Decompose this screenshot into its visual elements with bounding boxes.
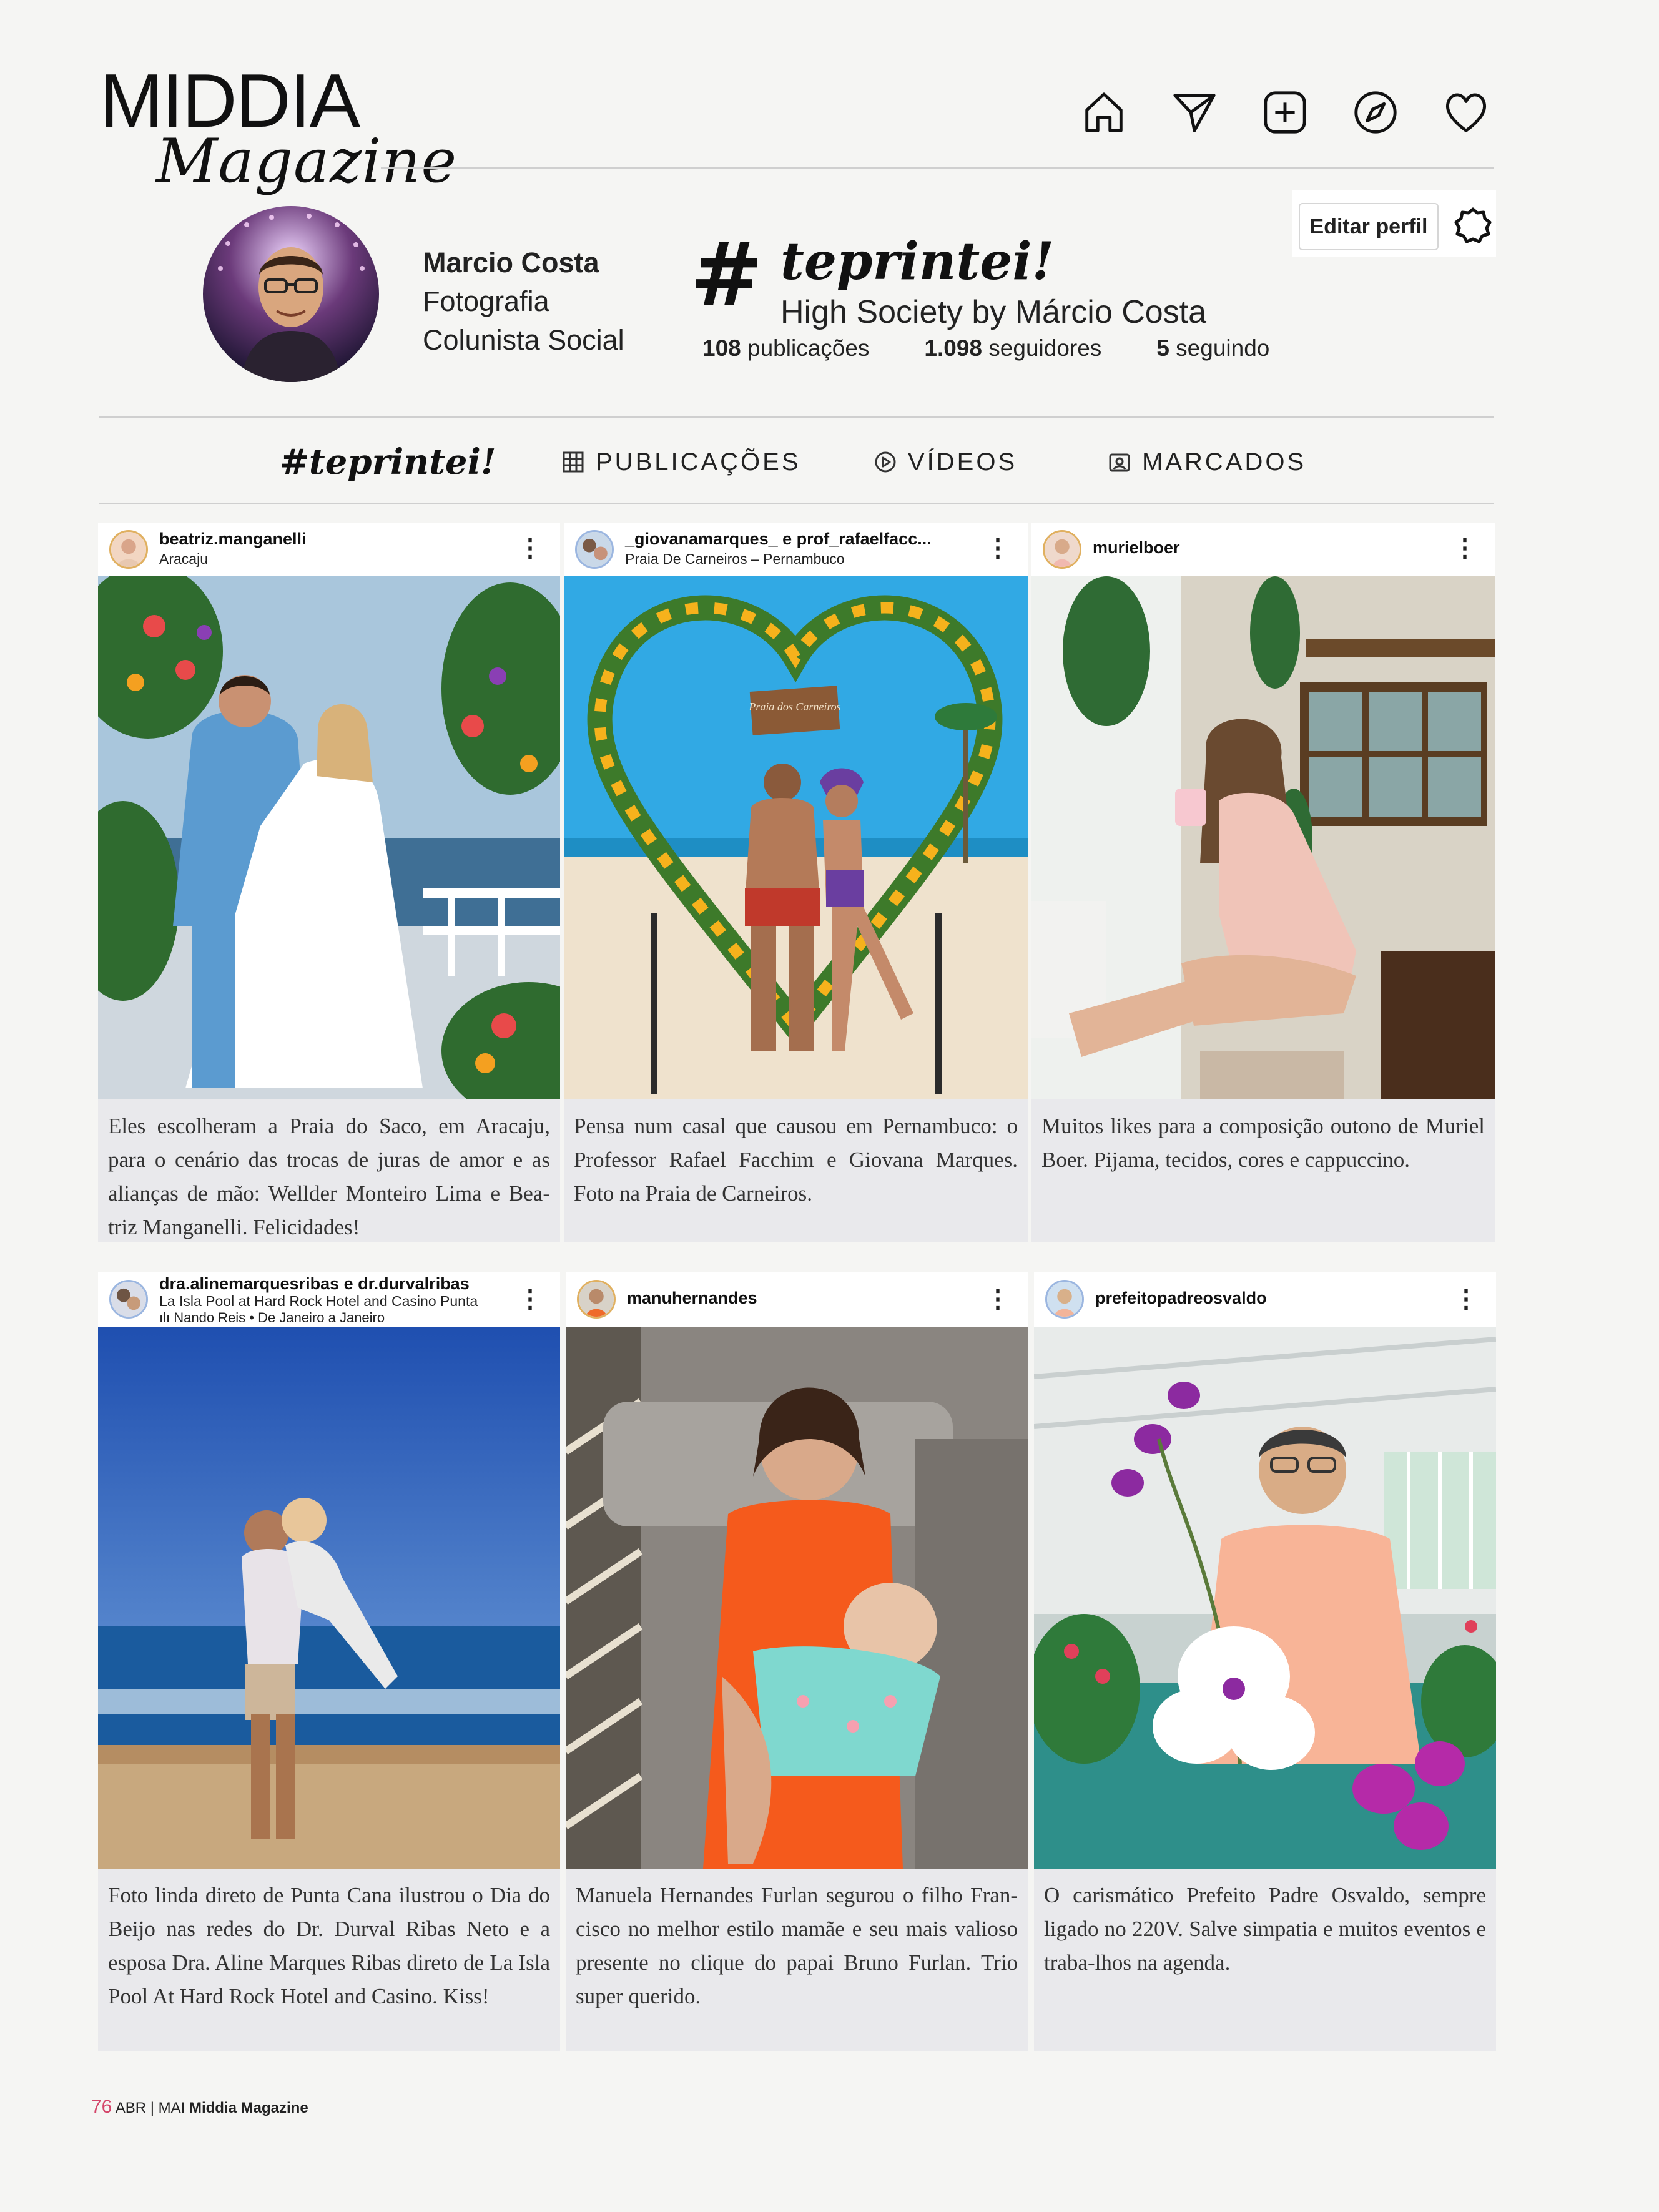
page-footer: 76 ABR | MAI Middia Magazine: [91, 2096, 308, 2118]
top-nav: [1079, 87, 1491, 137]
profile-name: Marcio Costa: [423, 247, 599, 278]
post-header: prefeitopadreosvaldo ⋮: [1034, 1272, 1496, 1327]
stat-posts[interactable]: 108 publicações: [702, 335, 869, 361]
post-username[interactable]: dra.alinemarquesribas e dr.durvalribas: [159, 1274, 470, 1294]
page-number: 76: [91, 2096, 112, 2117]
tab-label: MARCADOS: [1142, 448, 1307, 476]
post-header: beatriz.manganelli Aracaju ⋮: [98, 523, 560, 576]
play-icon: [875, 451, 896, 473]
brand-subtitle: High Society by Márcio Costa: [780, 294, 1207, 330]
post-username[interactable]: _giovanamarques_ e prof_rafaelfacc...: [625, 529, 932, 549]
post-photo[interactable]: [1031, 576, 1495, 1099]
stat-following-label: seguindo: [1176, 335, 1270, 361]
beach-sign: Praia dos Carneiros: [748, 700, 840, 713]
post-location[interactable]: Praia De Carneiros – Pernambuco: [625, 551, 845, 568]
brand-title: teprintei!: [780, 232, 1055, 292]
more-options-icon[interactable]: ⋮: [985, 1287, 1010, 1312]
stat-followers[interactable]: 1.098 seguidores: [924, 335, 1101, 361]
add-post-icon[interactable]: [1260, 87, 1310, 137]
profile-role: Colunista Social: [423, 324, 624, 356]
magazine-logo: MIDDIA Magazine: [100, 62, 456, 200]
post-caption: Muitos likes para a composição outono de…: [1031, 1099, 1495, 1242]
tab-teprintei[interactable]: #teprintei!: [280, 440, 496, 484]
post-card[interactable]: murielboer ⋮ Muitos likes para a composi…: [1031, 523, 1495, 1242]
stat-posts-count: 108: [702, 335, 741, 361]
post-avatar[interactable]: [109, 530, 148, 569]
logo-script: Magazine: [156, 126, 458, 196]
tabs-divider-top: [99, 416, 1494, 418]
send-icon[interactable]: [1169, 87, 1219, 137]
post-avatar[interactable]: [575, 530, 614, 569]
stat-following[interactable]: 5 seguindo: [1156, 335, 1269, 361]
post-caption: O carismático Prefeito Padre Osvaldo, se…: [1034, 1869, 1496, 2051]
post-photo[interactable]: Praia dos Carneiros: [564, 576, 1028, 1099]
profile-stats: 108 publicações 1.098 seguidores 5 segui…: [702, 335, 1269, 361]
post-header: dra.alinemarquesribas e dr.durvalribas L…: [98, 1272, 560, 1327]
post-avatar[interactable]: [109, 1280, 148, 1319]
more-options-icon[interactable]: ⋮: [518, 1287, 543, 1312]
post-music-text: Nando Reis • De Janeiro a Janeiro: [174, 1310, 385, 1325]
post-card[interactable]: beatriz.manganelli Aracaju ⋮ Eles escolh…: [98, 523, 560, 1242]
post-username[interactable]: prefeitopadreosvaldo: [1095, 1289, 1267, 1308]
post-location[interactable]: La Isla Pool at Hard Rock Hotel and Casi…: [159, 1293, 478, 1310]
post-location[interactable]: Aracaju: [159, 551, 208, 568]
post-avatar[interactable]: [577, 1280, 616, 1319]
edit-profile-button[interactable]: Editar perfil: [1299, 203, 1439, 250]
post-card[interactable]: _giovanamarques_ e prof_rafaelfacc... Pr…: [564, 523, 1028, 1242]
music-icon: ılı: [159, 1310, 174, 1325]
hashtag-symbol: #: [690, 224, 764, 326]
magazine-name: Middia Magazine: [189, 2100, 308, 2116]
stat-following-count: 5: [1156, 335, 1169, 361]
post-card[interactable]: manuhernandes ⋮ Manuela Hernandes Furlan…: [566, 1272, 1028, 2051]
post-photo[interactable]: [98, 1327, 560, 1869]
tab-publicacoes[interactable]: PUBLICAÇÕES: [562, 440, 801, 484]
post-music[interactable]: ılı Nando Reis • De Janeiro a Janeiro: [159, 1310, 385, 1326]
tab-videos[interactable]: VÍDEOS: [874, 440, 1017, 484]
profile-bio: Marcio Costa Fotografia Colunista Social: [423, 243, 624, 360]
explore-icon[interactable]: [1351, 87, 1401, 137]
stat-followers-count: 1.098: [924, 335, 983, 361]
tab-marcados[interactable]: MARCADOS: [1108, 440, 1306, 484]
post-username[interactable]: manuhernandes: [627, 1289, 757, 1308]
post-caption: Pensa num casal que causou em Pernambuco…: [564, 1099, 1028, 1242]
stat-posts-label: publicações: [747, 335, 870, 361]
more-options-icon[interactable]: ⋮: [985, 536, 1010, 561]
post-photo[interactable]: [98, 576, 560, 1099]
post-caption: Manuela Hernandes Furlan segurou o filho…: [566, 1869, 1028, 2051]
post-card[interactable]: dra.alinemarquesribas e dr.durvalribas L…: [98, 1272, 560, 2051]
more-options-icon[interactable]: ⋮: [1454, 1287, 1479, 1312]
post-photo[interactable]: [566, 1327, 1028, 1869]
tab-label: VÍDEOS: [908, 448, 1018, 476]
profile-avatar[interactable]: [203, 206, 379, 382]
heart-icon[interactable]: [1441, 87, 1491, 137]
tabs-divider-bottom: [99, 503, 1494, 504]
tab-label: PUBLICAÇÕES: [596, 448, 801, 476]
more-options-icon[interactable]: ⋮: [1452, 536, 1477, 561]
tab-label: #teprintei!: [280, 441, 496, 483]
post-caption: Foto linda direto de Punta Cana ilustrou…: [98, 1869, 560, 2051]
header-divider: [381, 167, 1494, 169]
settings-icon[interactable]: [1454, 207, 1492, 245]
more-options-icon[interactable]: ⋮: [518, 536, 543, 561]
post-username[interactable]: murielboer: [1093, 538, 1180, 558]
post-header: manuhernandes ⋮: [566, 1272, 1028, 1327]
post-header: _giovanamarques_ e prof_rafaelfacc... Pr…: [564, 523, 1028, 576]
post-avatar[interactable]: [1043, 530, 1081, 569]
post-card[interactable]: prefeitopadreosvaldo ⋮ O carismático Pre…: [1034, 1272, 1496, 2051]
profile-role: Fotografia: [423, 285, 549, 317]
post-header: murielboer ⋮: [1031, 523, 1495, 576]
tagged-icon: [1109, 453, 1130, 472]
stat-followers-label: seguidores: [988, 335, 1102, 361]
post-photo[interactable]: [1034, 1327, 1496, 1869]
grid-icon: [563, 451, 584, 473]
issue-label: ABR | MAI: [115, 2100, 185, 2116]
post-username[interactable]: beatriz.manganelli: [159, 529, 307, 549]
post-caption: Eles escolheram a Praia do Saco, em Arac…: [98, 1099, 560, 1242]
home-icon[interactable]: [1079, 87, 1129, 137]
post-avatar[interactable]: [1045, 1280, 1084, 1319]
